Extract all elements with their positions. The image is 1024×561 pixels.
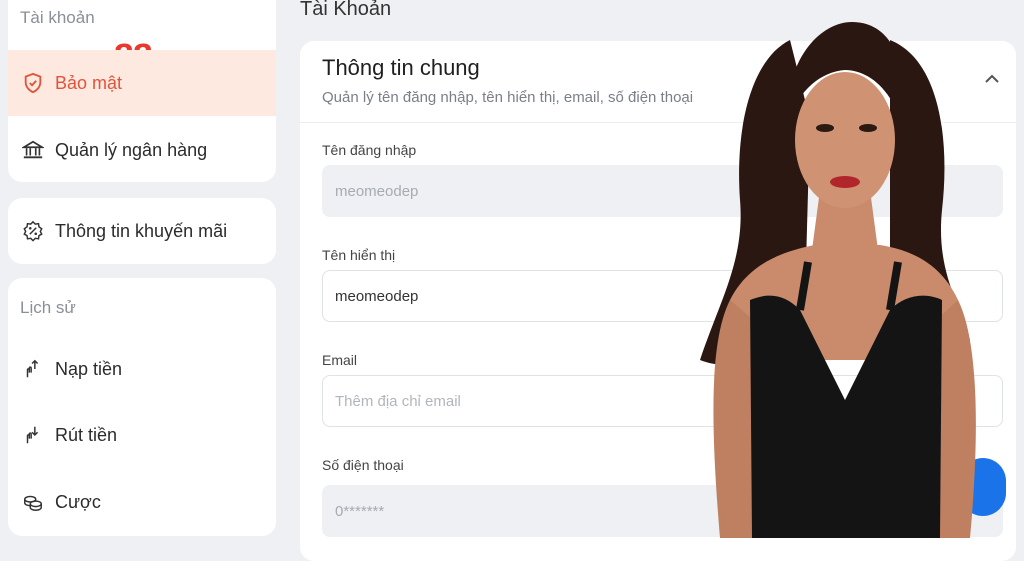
phone-label: Số điện thoại: [322, 457, 404, 473]
sidebar-item-promotions[interactable]: Thông tin khuyến mãi: [8, 198, 276, 264]
display-name-label: Tên hiển thị: [322, 247, 396, 263]
sidebar-item-label: Cược: [55, 491, 101, 512]
sidebar-item-label: Nạp tiền: [55, 358, 123, 379]
sidebar-item-label: Quản lý ngân hàng: [55, 139, 208, 160]
promo-model-image: [700, 22, 976, 538]
username-label: Tên đăng nhập: [322, 142, 417, 158]
sidebar-item-security[interactable]: Bảo mật: [8, 50, 276, 116]
section-subtitle: Quản lý tên đăng nhập, tên hiển thị, ema…: [322, 89, 694, 106]
sidebar-item-bets[interactable]: Cược: [8, 469, 276, 535]
deposit-icon: [21, 357, 45, 381]
bank-icon: [21, 138, 45, 162]
sidebar-item-label: Bảo mật: [55, 72, 123, 93]
withdraw-icon: [21, 423, 45, 447]
sidebar-item-label: Rút tiền: [55, 424, 118, 445]
percent-badge-icon: [21, 219, 45, 243]
section-title: Thông tin chung: [322, 55, 480, 80]
sidebar-section-history: Lịch sử: [20, 298, 76, 317]
sidebar-item-withdraw[interactable]: Rút tiền: [8, 402, 276, 468]
page-title: Tài Khoản: [300, 0, 392, 20]
coins-icon: [21, 490, 45, 514]
shield-icon: [21, 71, 45, 95]
email-label: Email: [322, 352, 358, 368]
sidebar: Tài khoản 88 max88-pro Bảo mật Quản lý n…: [0, 0, 285, 538]
sidebar-item-label: Thông tin khuyến mãi: [55, 220, 228, 241]
sidebar-item-deposit[interactable]: Nạp tiền: [8, 336, 276, 402]
sidebar-item-bank[interactable]: Quản lý ngân hàng: [8, 117, 276, 183]
